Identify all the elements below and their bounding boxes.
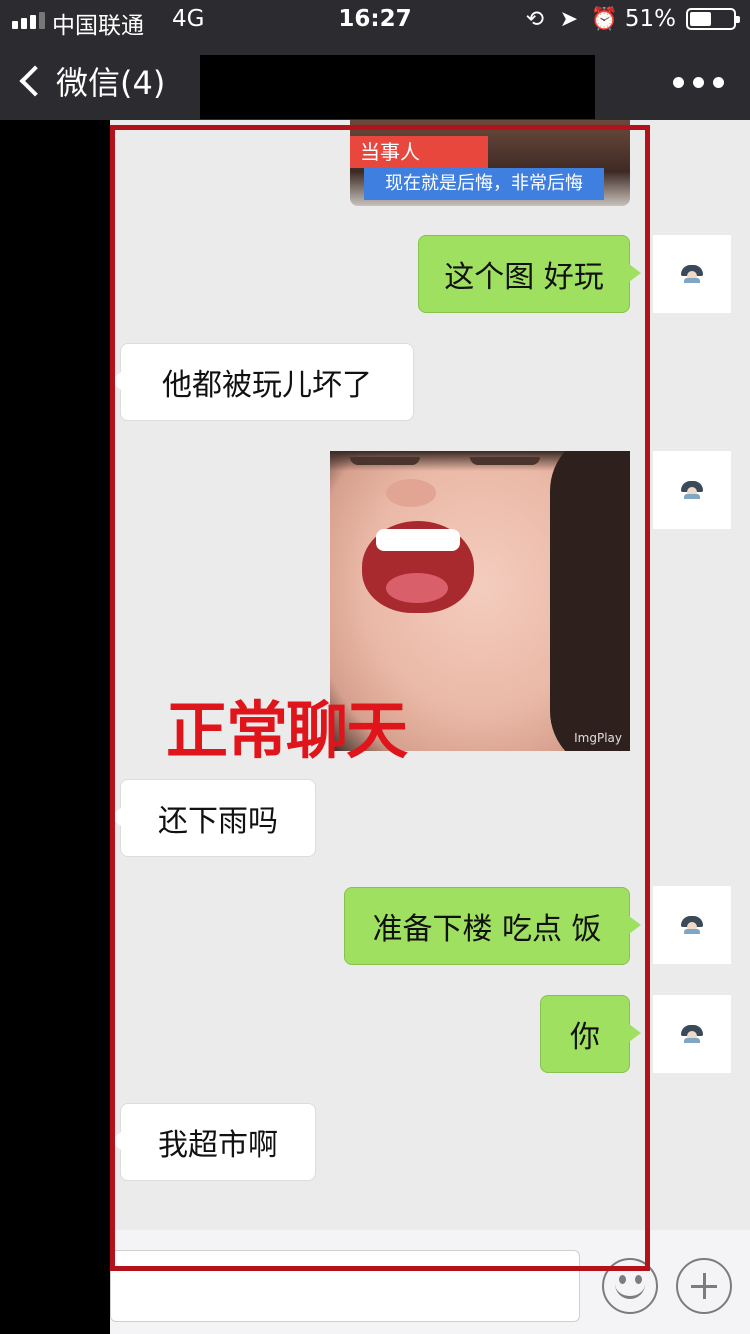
battery-icon	[686, 8, 740, 30]
more-options-button[interactable]	[673, 77, 724, 88]
alarm-icon: ⏰	[590, 6, 619, 32]
back-button[interactable]: 微信(4)	[14, 58, 165, 104]
watermark: ImgPlay	[574, 731, 622, 745]
annotation-label: 正常聊天	[166, 694, 408, 767]
nav-bar: 微信(4)	[0, 40, 750, 120]
my-avatar[interactable]	[653, 995, 731, 1073]
dot-icon	[673, 77, 684, 88]
battery-percent: 51%	[624, 6, 676, 32]
message-input[interactable]	[110, 1250, 580, 1322]
chat-area[interactable]: 当事人 现在就是后悔，非常后悔 这个图 好玩 他都被玩儿坏了 ImgPlay 正…	[110, 120, 750, 1230]
meme-caption-tag: 当事人	[350, 136, 488, 168]
plus-button[interactable]	[676, 1258, 732, 1314]
message-bubble-sent[interactable]: 准备下楼 吃点 饭	[344, 887, 641, 965]
cropped-left-area	[0, 120, 110, 1334]
my-avatar[interactable]	[653, 235, 731, 313]
status-bar: 中国联通 4G 16:27 ⟲ ➤ ⏰ 51%	[0, 0, 750, 40]
meme-image-message[interactable]: 当事人 现在就是后悔，非常后悔	[350, 120, 630, 206]
avatar-icon	[681, 481, 703, 499]
avatar-icon	[681, 1025, 703, 1043]
orientation-lock-icon: ⟲	[525, 6, 545, 32]
input-bar	[110, 1230, 750, 1334]
emoji-button[interactable]	[602, 1258, 658, 1314]
my-avatar[interactable]	[653, 886, 731, 964]
my-avatar[interactable]	[653, 451, 731, 529]
back-label: 微信(4)	[56, 64, 166, 102]
redacted-chat-title	[200, 55, 595, 119]
location-icon: ➤	[559, 6, 579, 32]
smiley-icon	[615, 1284, 645, 1299]
chevron-left-icon	[19, 65, 51, 97]
avatar-icon	[681, 916, 703, 934]
message-bubble-received[interactable]: 还下雨吗	[110, 779, 316, 857]
message-bubble-received[interactable]: 他都被玩儿坏了	[110, 343, 414, 421]
dot-icon	[693, 77, 704, 88]
message-bubble-sent[interactable]: 这个图 好玩	[418, 235, 641, 313]
meme-caption-text: 现在就是后悔，非常后悔	[364, 168, 604, 200]
message-bubble-sent[interactable]: 你	[540, 995, 641, 1073]
message-bubble-received[interactable]: 我超市啊	[110, 1103, 316, 1181]
avatar-icon	[681, 265, 703, 283]
battery-fill	[690, 12, 711, 26]
dot-icon	[713, 77, 724, 88]
